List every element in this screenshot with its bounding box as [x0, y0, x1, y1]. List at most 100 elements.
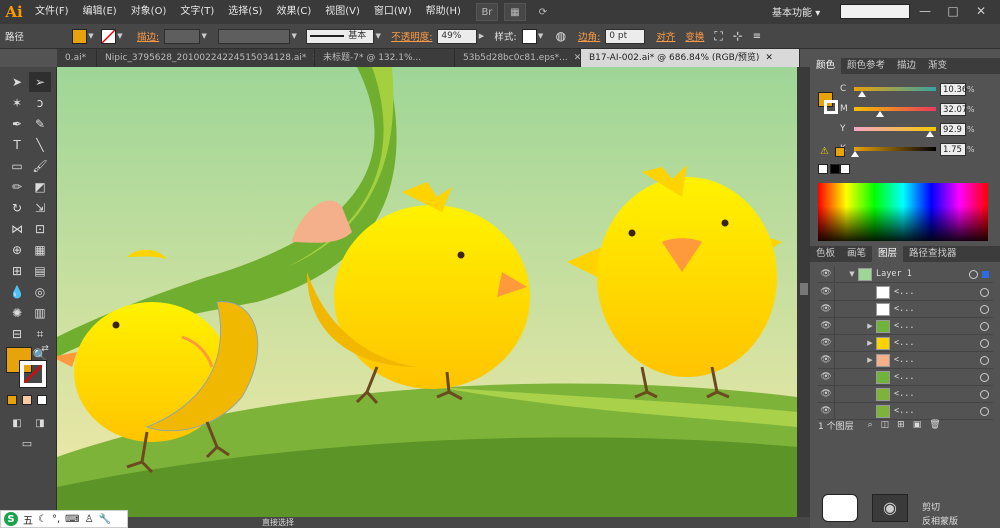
menu-effect[interactable]: 效果(C): [269, 0, 318, 24]
corner-field[interactable]: 0 pt: [605, 28, 646, 44]
layer-row[interactable]: 👁 ▶ <...: [818, 317, 993, 335]
layer-row[interactable]: 👁 <...: [818, 300, 993, 318]
tab-swatches[interactable]: 色板: [810, 246, 841, 262]
out-of-gamut-warning-icon[interactable]: ⚠: [820, 146, 829, 157]
slider-thumb[interactable]: [851, 151, 860, 157]
opacity-field[interactable]: 49%: [437, 28, 478, 44]
menu-view[interactable]: 视图(V): [318, 0, 367, 24]
layer-row[interactable]: 👁 ▶ <...: [818, 334, 993, 352]
type-tool-icon[interactable]: T: [6, 135, 28, 155]
target-circle-icon[interactable]: [980, 355, 989, 365]
chevron-down-icon[interactable]: ▼: [846, 270, 858, 278]
selection-indicator[interactable]: [982, 270, 989, 278]
eye-icon[interactable]: 👁: [818, 389, 834, 399]
lock-toggle[interactable]: [834, 368, 846, 386]
target-circle-icon[interactable]: [980, 372, 989, 382]
tab-document-3[interactable]: 未标题-7* @ 132.1%...: [315, 49, 455, 67]
white-swatch[interactable]: [840, 164, 850, 174]
scale-tool-icon[interactable]: ⇲: [29, 198, 51, 218]
artboard-tool-icon[interactable]: ⊟: [6, 324, 28, 344]
opacity-mask-icon[interactable]: ◉: [872, 494, 908, 522]
chevron-down-icon[interactable]: ▼: [374, 29, 382, 44]
punctuation-icon[interactable]: °,: [52, 514, 60, 525]
eye-icon[interactable]: 👁: [818, 406, 834, 416]
target-circle-icon[interactable]: [980, 389, 989, 399]
delete-layer-icon[interactable]: 🗑: [929, 420, 940, 430]
drawing-mode-icon[interactable]: ◨: [29, 413, 51, 433]
chevron-down-icon[interactable]: ▼: [290, 29, 298, 44]
ime-mode[interactable]: 五: [23, 512, 33, 527]
maximize-button[interactable]: □: [942, 2, 964, 20]
lock-toggle[interactable]: [834, 300, 846, 318]
eye-icon[interactable]: 👁: [818, 355, 834, 365]
stroke-label[interactable]: 描边:: [132, 29, 164, 43]
eyedropper-tool-icon[interactable]: 💧: [6, 282, 28, 302]
close-icon[interactable]: ✕: [765, 53, 773, 63]
eye-icon[interactable]: 👁: [818, 304, 834, 314]
chevron-down-icon[interactable]: ▼: [537, 29, 545, 44]
panel-menu-icon[interactable]: ≡: [748, 31, 766, 42]
gradient-mode-icon[interactable]: [22, 395, 32, 405]
shape-builder-tool-icon[interactable]: ⊕: [6, 240, 28, 260]
arrange-documents-icon[interactable]: ▦: [503, 3, 526, 21]
tab-gradient[interactable]: 渐变: [922, 58, 953, 74]
slider-k[interactable]: K1.75%: [840, 142, 994, 157]
target-circle-icon[interactable]: [980, 338, 989, 348]
color-spectrum[interactable]: [818, 183, 988, 241]
rotate-tool-icon[interactable]: ↻: [6, 198, 28, 218]
chevron-right-icon[interactable]: ▶: [846, 339, 876, 347]
width-tool-icon[interactable]: ⋈: [6, 219, 28, 239]
slider-m[interactable]: M 32.07%: [840, 102, 994, 117]
pencil-tool-icon[interactable]: ✏: [6, 177, 28, 197]
tab-pathfinder[interactable]: 路径查找器: [903, 246, 963, 262]
perspective-grid-tool-icon[interactable]: ▦: [29, 240, 51, 260]
lock-toggle[interactable]: [834, 265, 846, 283]
slice-tool-icon[interactable]: ⌗: [29, 324, 51, 344]
drawing-mode-icon[interactable]: ◧: [6, 413, 28, 433]
slider-value[interactable]: 92.9: [940, 122, 966, 136]
tab-color[interactable]: 颜色: [810, 58, 842, 74]
sync-icon[interactable]: ⟳: [532, 3, 554, 21]
slider-track[interactable]: [854, 107, 936, 117]
mesh-tool-icon[interactable]: ⊞: [6, 261, 28, 281]
free-transform-tool-icon[interactable]: ⊡: [29, 219, 51, 239]
fill-color-swatch[interactable]: [72, 28, 87, 44]
menu-window[interactable]: 窗口(W): [367, 0, 419, 24]
chevron-right-icon[interactable]: ▶: [846, 322, 876, 330]
paintbrush-tool-icon[interactable]: 🖌: [29, 156, 51, 176]
pen-tool-icon[interactable]: ✒: [6, 114, 28, 134]
transform-icon[interactable]: ⛶: [709, 29, 727, 44]
user-icon[interactable]: ♙: [85, 514, 94, 525]
close-icon[interactable]: ✕: [574, 53, 580, 63]
stroke-color-box[interactable]: [19, 360, 47, 388]
layer-row[interactable]: 👁 <...: [818, 283, 993, 301]
locate-object-icon[interactable]: ⌕: [868, 420, 873, 430]
eraser-tool-icon[interactable]: ◩: [29, 177, 51, 197]
variable-width-profile[interactable]: [218, 28, 291, 44]
slider-thumb[interactable]: [876, 111, 885, 117]
lock-toggle[interactable]: [834, 283, 846, 301]
slider-thumb[interactable]: [926, 131, 935, 137]
slider-y[interactable]: Y 92.9%: [840, 122, 994, 137]
chevron-right-icon[interactable]: ▶: [477, 29, 485, 44]
chevron-right-icon[interactable]: ▶: [846, 356, 876, 364]
ime-logo[interactable]: S: [4, 512, 18, 526]
artboard-canvas[interactable]: [57, 67, 797, 517]
black-swatch[interactable]: [830, 164, 840, 174]
menu-help[interactable]: 帮助(H): [419, 0, 468, 24]
color-mode-icon[interactable]: [7, 395, 17, 405]
workspace-switcher[interactable]: 基本功能 ▾: [772, 4, 820, 19]
moon-icon[interactable]: ☾: [38, 514, 47, 525]
layer-row[interactable]: 👁 <...: [818, 368, 993, 386]
tab-layers[interactable]: 图层: [872, 246, 904, 262]
eye-icon[interactable]: 👁: [818, 287, 834, 297]
eye-icon[interactable]: 👁: [818, 338, 834, 348]
none-color-swatch[interactable]: [818, 164, 828, 174]
slider-value[interactable]: 1.75: [940, 142, 966, 156]
target-circle-icon[interactable]: [980, 406, 989, 416]
lock-toggle[interactable]: [834, 402, 846, 420]
none-mode-icon[interactable]: [37, 395, 47, 405]
menu-type[interactable]: 文字(T): [173, 0, 221, 24]
lasso-tool-icon[interactable]: ↄ: [29, 93, 51, 113]
keyboard-icon[interactable]: ⌨: [65, 514, 79, 525]
